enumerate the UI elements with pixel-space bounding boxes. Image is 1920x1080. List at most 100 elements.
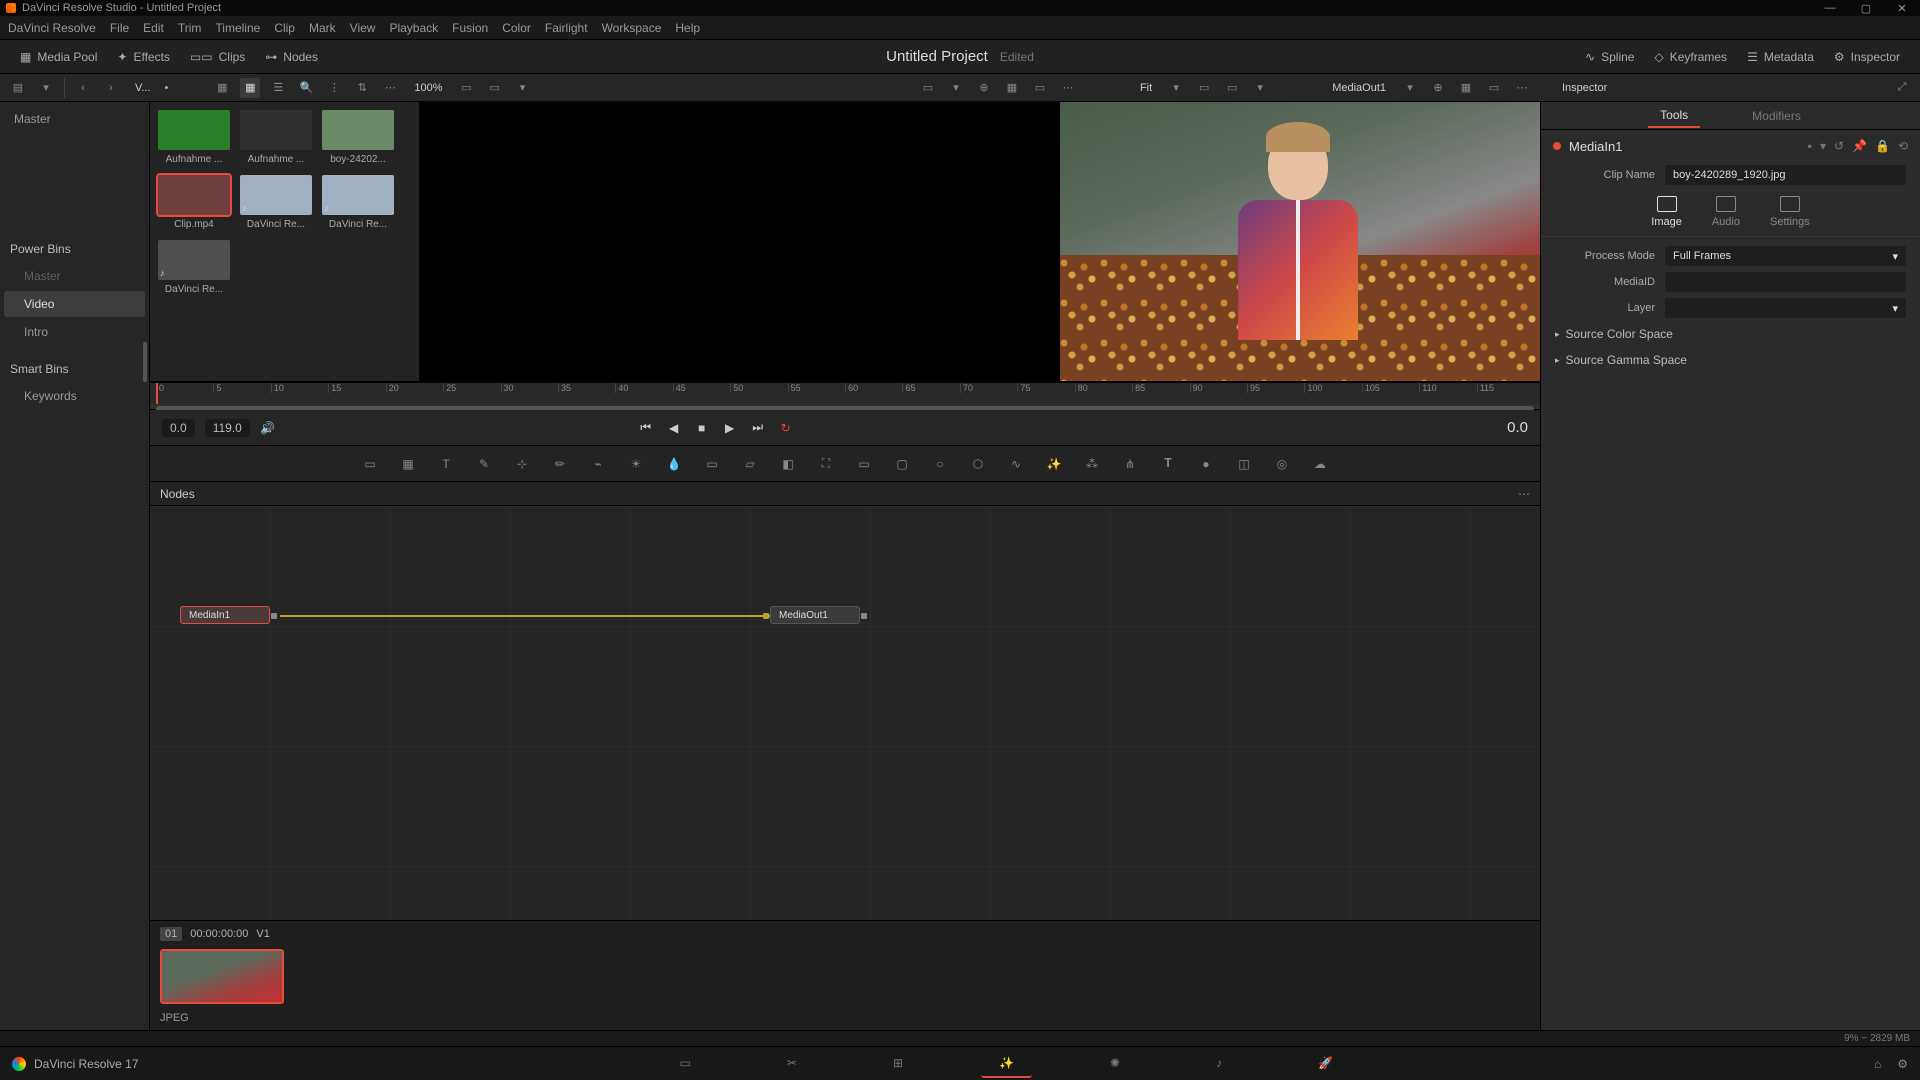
maximize-button[interactable]: ▢ [1854,2,1878,15]
color-icon[interactable]: 💧 [664,454,684,474]
pin-icon[interactable]: 📌 [1852,139,1867,153]
render3d-icon[interactable]: ☁ [1310,454,1330,474]
camera-icon[interactable]: ◎ [1272,454,1292,474]
nodes-button[interactable]: ⊶ Nodes [255,46,328,68]
menu-fairlight[interactable]: Fairlight [545,21,588,35]
time-ruler[interactable]: 0510152025303540455055606570758085909510… [150,382,1540,404]
power-bins-header[interactable]: Power Bins [0,236,149,262]
chevron-down-icon[interactable]: ▾ [513,78,533,98]
page-color[interactable]: ✺ [1092,1050,1138,1078]
fit-label[interactable]: Fit [1134,82,1158,94]
color-chip-icon[interactable]: ▪ [1808,139,1812,153]
shape3d-icon[interactable]: ● [1196,454,1216,474]
page-fusion[interactable]: ✨ [981,1050,1032,1078]
layout-b-icon[interactable]: ▭ [485,78,505,98]
node-output-port[interactable] [271,613,277,619]
lock-icon[interactable]: 🔒 [1875,139,1890,153]
inspector-node-name[interactable]: MediaIn1 [1569,139,1622,154]
step-back-button[interactable]: ◀ [666,420,682,436]
close-button[interactable]: ✕ [1890,2,1914,15]
particles-icon[interactable]: ⁂ [1082,454,1102,474]
ellipse-icon[interactable]: ○ [930,454,950,474]
cube-icon[interactable]: ◫ [1234,454,1254,474]
sort-label[interactable]: V... [129,82,157,94]
clip-thumbnail[interactable] [160,949,284,1004]
clips-button[interactable]: ▭▭ Clips [180,46,255,68]
channel-icon[interactable]: ▭ [1194,78,1214,98]
snapshot-icon[interactable]: ⊕ [1428,78,1448,98]
project-settings-icon[interactable]: ⚙ [1897,1057,1908,1071]
menu-color[interactable]: Color [502,21,531,35]
paint-icon[interactable]: ✎ [474,454,494,474]
channel-icon[interactable]: ▭ [854,454,874,474]
master-bin[interactable]: Master [0,102,149,136]
scrollbar-thumb[interactable] [143,342,147,382]
text-icon[interactable]: T [436,454,456,474]
media-pool-button[interactable]: ▦ Media Pool [10,46,107,68]
bin-view-icon[interactable]: ▤ [8,78,28,98]
menu-workspace[interactable]: Workspace [602,21,662,35]
nodes-options-icon[interactable]: ⋯ [1518,487,1530,501]
view-thumb-icon[interactable]: ▦ [212,78,232,98]
wand-icon[interactable]: ✨ [1044,454,1064,474]
media-id-input[interactable] [1665,272,1906,292]
expand-icon[interactable]: ⤢ [1892,78,1912,98]
prop-tab-audio[interactable]: Audio [1712,196,1740,228]
chevron-down-icon[interactable]: ▾ [1250,78,1270,98]
node-output-port[interactable] [861,613,867,619]
keyframes-button[interactable]: ◇ Keyframes [1644,46,1737,68]
view-grid-icon[interactable]: ▦ [240,78,260,98]
layer-select[interactable]: ▾ [1665,298,1906,318]
playhead[interactable] [156,383,158,404]
node-input-port[interactable] [763,613,769,619]
bin-keywords[interactable]: Keywords [4,383,145,409]
more-icon[interactable]: ⋯ [1512,78,1532,98]
metadata-button[interactable]: ☰ Metadata [1737,46,1824,68]
brightness-icon[interactable]: ☀ [626,454,646,474]
page-edit[interactable]: ⊞ [875,1050,921,1078]
play-button[interactable]: ▶ [722,420,738,436]
polygon-icon[interactable]: ⬡ [968,454,988,474]
tc-current[interactable]: 0.0 [1507,419,1528,436]
menu-davinci[interactable]: DaVinci Resolve [8,21,96,35]
menu-clip[interactable]: Clip [274,21,295,35]
grid-icon[interactable]: ▦ [1002,78,1022,98]
process-mode-select[interactable]: Full Frames ▾ [1665,246,1906,266]
tc-out[interactable]: 119.0 [205,419,250,437]
sort-icon[interactable]: ⇅ [352,78,372,98]
grid-icon[interactable]: ▦ [1456,78,1476,98]
single-icon[interactable]: ▭ [1484,78,1504,98]
more-icon[interactable]: ⋯ [380,78,400,98]
menu-view[interactable]: View [350,21,376,35]
viewer-node-label[interactable]: MediaOut1 [1326,82,1392,94]
chevron-down-icon[interactable]: ▾ [1400,78,1420,98]
media-thumb[interactable]: Aufnahme ... [240,110,312,165]
last-frame-button[interactable]: ⏭ [750,420,766,436]
page-cut[interactable]: ✂ [769,1050,815,1078]
page-deliver[interactable]: 🚀 [1300,1050,1351,1078]
page-media[interactable]: ▭ [662,1050,709,1078]
menu-fusion[interactable]: Fusion [452,21,488,35]
viewer-right[interactable] [1060,102,1540,381]
more-icon[interactable]: ⋯ [1058,78,1078,98]
search-icon[interactable]: 🔍 [296,78,316,98]
tc-in[interactable]: 0.0 [162,419,195,437]
reset-icon[interactable]: ⟲ [1898,139,1908,153]
single-icon[interactable]: ▭ [1030,78,1050,98]
text3d-icon[interactable]: 𝐓 [1158,454,1178,474]
node-mediaout1[interactable]: MediaOut1 [770,606,860,624]
spline-button[interactable]: ∿ Spline [1575,46,1644,68]
first-frame-button[interactable]: ⏮ [638,420,654,436]
prop-tab-image[interactable]: Image [1651,196,1682,228]
home-icon[interactable]: ⌂ [1874,1057,1881,1071]
viewer-left[interactable] [420,102,1060,381]
bin-intro[interactable]: Intro [4,319,145,345]
source-color-space-row[interactable]: ▸ Source Color Space [1541,321,1920,347]
media-thumb[interactable]: ♪DaVinci Re... [240,175,312,230]
menu-edit[interactable]: Edit [143,21,164,35]
media-thumb[interactable]: Clip.mp4 [158,175,230,230]
menu-help[interactable]: Help [675,21,700,35]
bin-video[interactable]: Video [4,291,145,317]
source-gamma-space-row[interactable]: ▸ Source Gamma Space [1541,347,1920,373]
view-list-icon[interactable]: ☰ [268,78,288,98]
